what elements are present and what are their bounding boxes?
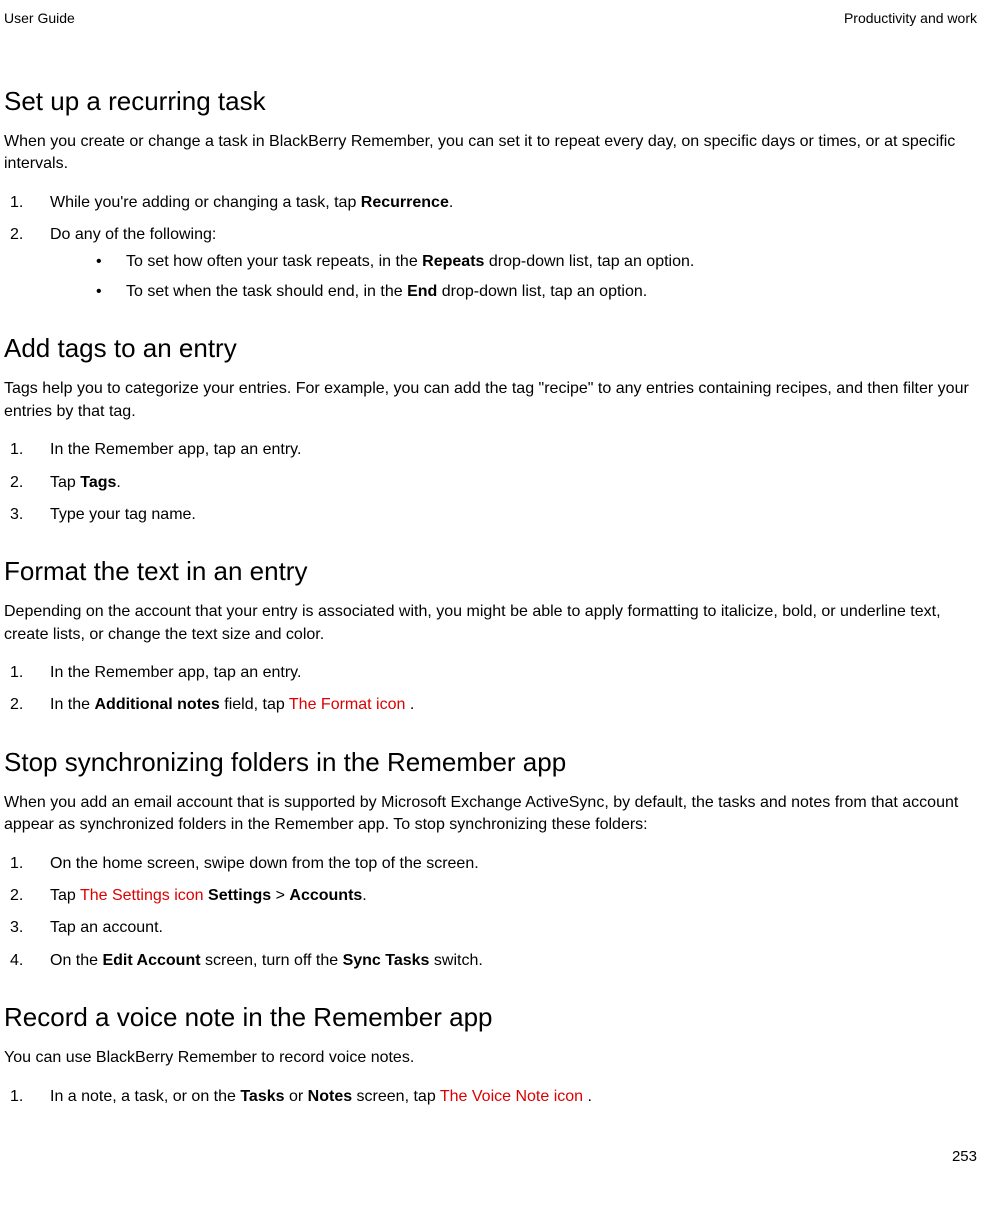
step-text: Do any of the following: — [50, 226, 216, 243]
step-text: Tap — [50, 887, 80, 904]
steps-format-text: In the Remember app, tap an entry. In th… — [4, 662, 977, 717]
header-left: User Guide — [4, 10, 75, 26]
label-recurrence: Recurrence — [361, 194, 449, 211]
heading-recurring-task: Set up a recurring task — [4, 86, 977, 117]
step-text: > — [271, 887, 289, 904]
label-accounts: Accounts — [289, 887, 362, 904]
page-number: 253 — [4, 1148, 977, 1165]
step-text: Type your tag name. — [50, 506, 196, 523]
sub-bullets: To set how often your task repeats, in t… — [50, 251, 977, 304]
step-text: While you're adding or changing a task, … — [50, 194, 361, 211]
steps-recurring-task: While you're adding or changing a task, … — [4, 192, 977, 304]
step-item: In the Remember app, tap an entry. — [10, 439, 977, 461]
step-item: In the Additional notes field, tap The F… — [10, 694, 977, 716]
step-text: or — [285, 1088, 308, 1105]
label-edit-account: Edit Account — [102, 952, 200, 969]
label-tags: Tags — [80, 474, 116, 491]
step-item: Tap Tags. — [10, 472, 977, 494]
label-notes: Notes — [308, 1088, 352, 1105]
label-tasks: Tasks — [240, 1088, 284, 1105]
steps-voice-note: In a note, a task, or on the Tasks or No… — [4, 1086, 977, 1108]
format-icon: The Format icon — [289, 696, 405, 713]
step-text: switch. — [429, 952, 482, 969]
step-text: field, tap — [220, 696, 289, 713]
step-text: In a note, a task, or on the — [50, 1088, 240, 1105]
label-end: End — [407, 283, 437, 300]
step-item: Type your tag name. — [10, 504, 977, 526]
bullet-item: To set when the task should end, in the … — [96, 281, 977, 303]
step-item: Tap The Settings icon Settings > Account… — [10, 885, 977, 907]
step-item: Do any of the following: To set how ofte… — [10, 224, 977, 303]
voice-note-icon: The Voice Note icon — [440, 1088, 583, 1105]
header-right: Productivity and work — [844, 10, 977, 26]
steps-add-tags: In the Remember app, tap an entry. Tap T… — [4, 439, 977, 526]
step-text: screen, tap — [352, 1088, 440, 1105]
step-text: . — [449, 194, 453, 211]
heading-stop-sync: Stop synchronizing folders in the Rememb… — [4, 747, 977, 778]
intro-add-tags: Tags help you to categorize your entries… — [4, 378, 977, 423]
bullet-text: To set how often your task repeats, in t… — [126, 253, 422, 270]
step-text: . — [583, 1088, 592, 1105]
heading-voice-note: Record a voice note in the Remember app — [4, 1002, 977, 1033]
step-text: Tap an account. — [50, 919, 163, 936]
bullet-text: drop-down list, tap an option. — [437, 283, 647, 300]
step-text: screen, turn off the — [201, 952, 343, 969]
bullet-text: To set when the task should end, in the — [126, 283, 407, 300]
label-settings: Settings — [208, 887, 271, 904]
step-item: In a note, a task, or on the Tasks or No… — [10, 1086, 977, 1108]
step-text: On the home screen, swipe down from the … — [50, 855, 479, 872]
step-text: . — [405, 696, 414, 713]
heading-format-text: Format the text in an entry — [4, 556, 977, 587]
intro-voice-note: You can use BlackBerry Remember to recor… — [4, 1047, 977, 1069]
step-text: In the — [50, 696, 94, 713]
step-text: On the — [50, 952, 102, 969]
bullet-text: drop-down list, tap an option. — [484, 253, 694, 270]
step-item: On the home screen, swipe down from the … — [10, 853, 977, 875]
step-item: In the Remember app, tap an entry. — [10, 662, 977, 684]
step-item: While you're adding or changing a task, … — [10, 192, 977, 214]
step-item: On the Edit Account screen, turn off the… — [10, 950, 977, 972]
step-text: . — [116, 474, 120, 491]
step-text: . — [362, 887, 366, 904]
bullet-item: To set how often your task repeats, in t… — [96, 251, 977, 273]
label-sync-tasks: Sync Tasks — [343, 952, 430, 969]
heading-add-tags: Add tags to an entry — [4, 333, 977, 364]
settings-icon: The Settings icon — [80, 887, 204, 904]
intro-format-text: Depending on the account that your entry… — [4, 601, 977, 646]
intro-stop-sync: When you add an email account that is su… — [4, 792, 977, 837]
intro-recurring-task: When you create or change a task in Blac… — [4, 131, 977, 176]
step-text: In the Remember app, tap an entry. — [50, 441, 301, 458]
step-text: Tap — [50, 474, 80, 491]
label-additional-notes: Additional notes — [94, 696, 219, 713]
label-repeats: Repeats — [422, 253, 484, 270]
step-item: Tap an account. — [10, 917, 977, 939]
steps-stop-sync: On the home screen, swipe down from the … — [4, 853, 977, 973]
page-header: User Guide Productivity and work — [4, 10, 977, 26]
step-text: In the Remember app, tap an entry. — [50, 664, 301, 681]
